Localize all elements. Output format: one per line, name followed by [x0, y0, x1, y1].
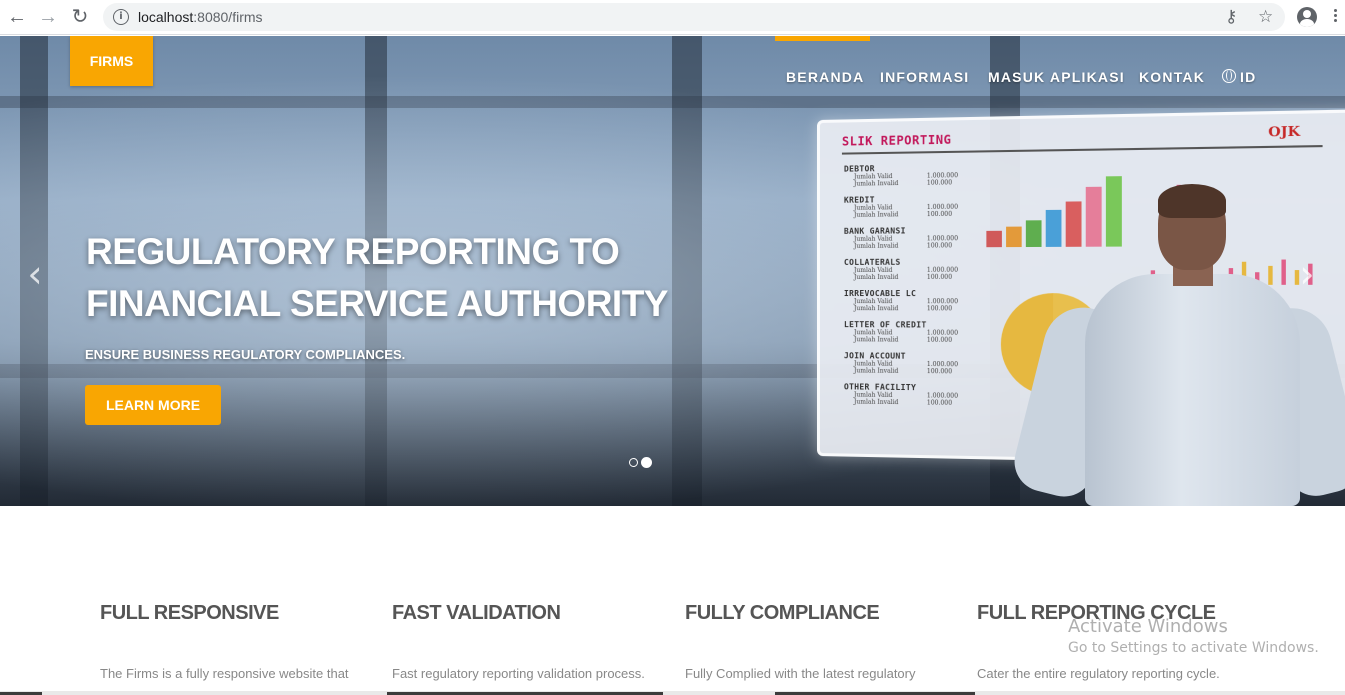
- feature-text: Cater the entire regulatory reporting cy…: [977, 666, 1220, 681]
- dashboard-row-label: Jumlah Invalid: [853, 273, 899, 281]
- dashboard-row-value: 100.000: [926, 210, 953, 219]
- dashboard-row-value: 100.000: [926, 399, 953, 407]
- dashboard-title: SLIK REPORTING: [841, 132, 952, 149]
- carousel-next-icon[interactable]: ›: [1292, 254, 1322, 294]
- features-section: FULL RESPONSIVE The Firms is a fully res…: [0, 506, 1345, 695]
- dashboard-item: DEBTOR Jumlah Valid 1.000.000 Jumlah Invali…: [844, 163, 966, 196]
- dashboard-item: LETTER OF CREDIT Jumlah Valid 1.000.000 Jum…: [844, 320, 966, 352]
- dashboard-row-label: Jumlah Invalid: [853, 242, 899, 250]
- dashboard-item-row: Jumlah Invalid 100.000: [844, 336, 966, 344]
- hero-subtitle: ENSURE BUSINESS REGULATORY COMPLIANCES.: [85, 347, 406, 362]
- dashboard-row-label: Jumlah Valid: [853, 298, 893, 306]
- main-navigation: BERANDA INFORMASI MASUK APLIKASI KONTAK …: [0, 69, 1345, 89]
- dashboard-row-value: 100.000: [926, 242, 953, 250]
- dashboard-row-value: 1.000.000: [926, 235, 959, 243]
- dashboard-row-label: Jumlah Invalid: [853, 398, 899, 407]
- feature-card: FULL RESPONSIVE The Firms is a fully res…: [100, 602, 365, 681]
- dashboard-row-label: Jumlah Invalid: [853, 367, 899, 375]
- dashboard-item-label: COLLATERALS: [843, 257, 901, 267]
- feature-text: Fully Complied with the latest regulator…: [685, 666, 916, 681]
- taskbar-edge: [0, 691, 1345, 695]
- dashboard-row-label: Jumlah Invalid: [853, 305, 899, 313]
- browser-menu-icon[interactable]: [1334, 9, 1337, 24]
- back-arrow-icon[interactable]: ←: [6, 6, 28, 28]
- url-text[interactable]: localhost:8080/firms: [138, 9, 263, 25]
- dashboard-item: BANK GARANSI Jumlah Valid 1.000.000 Jumlah …: [844, 226, 966, 258]
- dashboard-row-label: Jumlah Invalid: [853, 211, 899, 219]
- active-menu-indicator: [775, 36, 870, 41]
- dashboard-row-label: Jumlah Valid: [853, 266, 893, 274]
- dashboard-list: DEBTOR Jumlah Valid 1.000.000 Jumlah Invali…: [844, 163, 966, 415]
- browser-toolbar: ← → ↻ i localhost:8080/firms ⚷ ☆: [0, 0, 1345, 35]
- star-icon[interactable]: ☆: [1258, 7, 1273, 27]
- feature-card: FULLY COMPLIANCE Fully Complied with the…: [685, 602, 950, 681]
- nav-kontak[interactable]: KONTAK: [1139, 69, 1205, 85]
- dashboard-row-value: 100.000: [926, 305, 953, 313]
- nav-masuk-aplikasi[interactable]: MASUK APLIKASI: [988, 69, 1125, 85]
- dashboard-row-value: 1.000.000: [926, 266, 959, 274]
- watermark-line-1: Activate Windows: [1068, 616, 1228, 637]
- key-icon[interactable]: ⚷: [1225, 7, 1237, 27]
- url-path: :8080/firms: [193, 9, 263, 25]
- watermark-line-2: Go to Settings to activate Windows.: [1068, 640, 1319, 656]
- dashboard-item-label: IRREVOCABLE LC: [843, 289, 917, 299]
- dashboard-item-row: Jumlah Invalid 100.000: [844, 305, 966, 312]
- dashboard-item: JOIN ACCOUNT Jumlah Valid 1.000.000 Jumlah …: [844, 351, 966, 383]
- carousel-dot[interactable]: [641, 457, 652, 468]
- info-icon[interactable]: i: [113, 9, 129, 25]
- language-code: ID: [1240, 69, 1257, 85]
- businessman-image: [1008, 184, 1345, 506]
- person-torso: [1085, 274, 1300, 506]
- windows-activation-watermark: Activate Windows Go to Settings to activ…: [1068, 616, 1319, 656]
- dashboard-row-value: 1.000.000: [926, 298, 959, 306]
- feature-title: FULLY COMPLIANCE: [685, 602, 880, 624]
- forward-arrow-icon[interactable]: →: [37, 6, 59, 28]
- nav-informasi[interactable]: INFORMASI: [880, 69, 969, 85]
- feature-title: FAST VALIDATION: [392, 602, 561, 624]
- feature-card: FAST VALIDATION Fast regulatory reportin…: [392, 602, 657, 681]
- dashboard-item: OTHER FACILITY Jumlah Valid 1.000.000 Jumla…: [844, 382, 966, 415]
- hero-title-line-2: FINANCIAL SERVICE AUTHORITY: [86, 283, 668, 324]
- dashboard-item-row: Jumlah Invalid 100.000: [844, 398, 966, 407]
- language-switcher[interactable]: ID: [1222, 69, 1256, 85]
- dashboard-item: COLLATERALS Jumlah Valid 1.000.000 Jumlah I…: [844, 257, 966, 289]
- dashboard-item-row: Jumlah Invalid 100.000: [844, 242, 966, 250]
- hero-title-line-1: REGULATORY REPORTING TO: [86, 231, 620, 272]
- feature-title: FULL RESPONSIVE: [100, 602, 279, 624]
- dashboard-item-row: Jumlah Invalid 100.000: [844, 367, 966, 375]
- address-bar[interactable]: i localhost:8080/firms ⚷ ☆: [103, 3, 1285, 31]
- hero-title: REGULATORY REPORTING TO FINANCIAL SERVIC…: [86, 226, 726, 330]
- dashboard-row-label: Jumlah Invalid: [853, 336, 899, 344]
- url-host: localhost: [138, 9, 194, 25]
- globe-icon: [1222, 69, 1236, 83]
- dashboard-row-value: 100.000: [926, 336, 953, 344]
- feature-text: The Firms is a fully responsive website …: [100, 666, 349, 681]
- dashboard-item-row: Jumlah Invalid 100.000: [844, 274, 966, 281]
- dashboard-item-row: Jumlah Invalid 100.000: [844, 179, 966, 188]
- dashboard-item: KREDIT Jumlah Valid 1.000.000 Jumlah Invali…: [844, 194, 966, 226]
- carousel-dot[interactable]: [629, 458, 638, 467]
- person-hair: [1158, 184, 1226, 218]
- dashboard-row-value: 100.000: [926, 273, 953, 281]
- learn-more-button[interactable]: LEARN MORE: [85, 385, 221, 425]
- dashboard-row-value: 100.000: [926, 368, 953, 376]
- profile-avatar-icon[interactable]: [1297, 7, 1317, 27]
- hero-carousel: SLIK REPORTING OJK DEBTOR Jumlah Valid 1.0…: [0, 36, 1345, 506]
- feature-text: Fast regulatory reporting validation pro…: [392, 666, 645, 681]
- reload-icon[interactable]: ↻: [69, 6, 91, 28]
- dashboard-item-row: Jumlah Invalid 100.000: [844, 211, 966, 219]
- dashboard-row-value: 100.000: [926, 179, 953, 187]
- carousel-prev-icon[interactable]: ‹: [20, 254, 50, 294]
- dashboard-item: IRREVOCABLE LC Jumlah Valid 1.000.000 Jumla…: [844, 289, 966, 321]
- ojk-logo: OJK: [1268, 124, 1301, 141]
- nav-beranda[interactable]: BERANDA: [786, 69, 864, 85]
- dashboard-row-label: Jumlah Invalid: [853, 179, 899, 188]
